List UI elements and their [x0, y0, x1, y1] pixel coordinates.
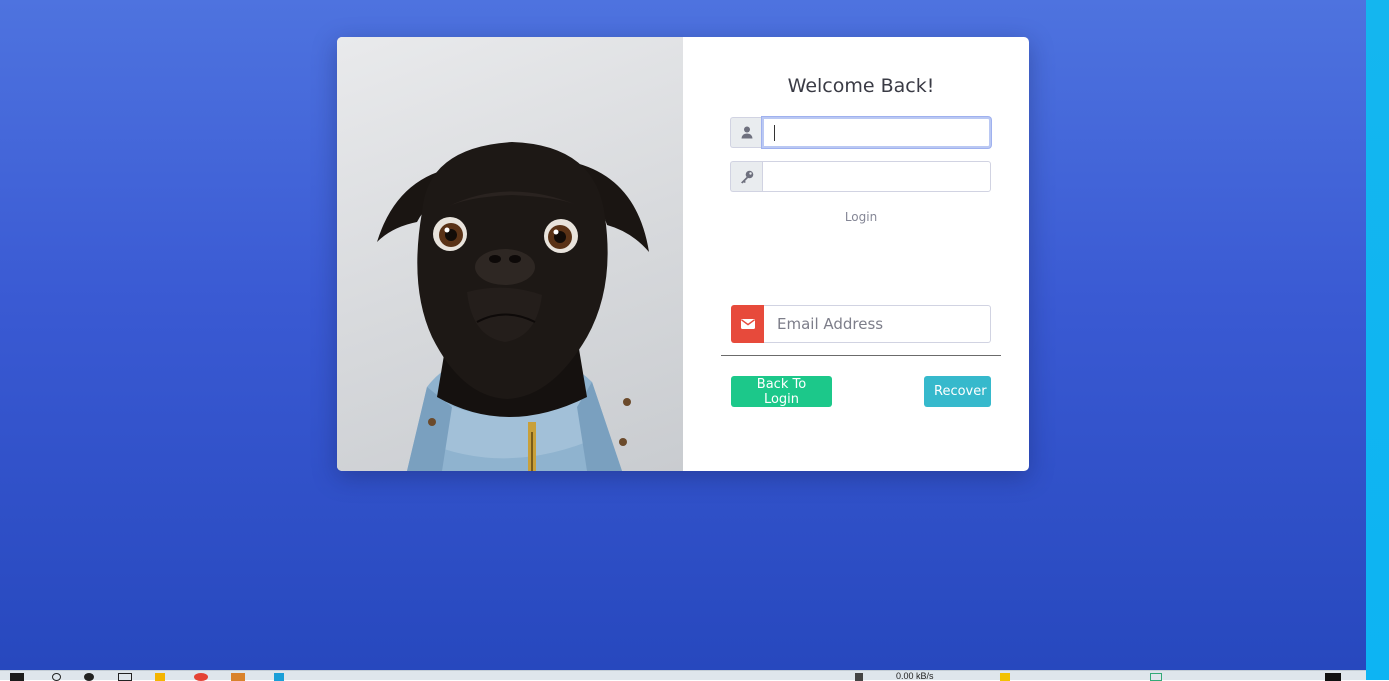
divider [721, 355, 1001, 356]
page-background: Welcome Back! Login Email Address Back T… [0, 0, 1366, 670]
back-to-login-button[interactable]: Back To Login [731, 376, 832, 407]
recover-button[interactable]: Recover [924, 376, 991, 407]
login-form: Welcome Back! Login Email Address Back T… [683, 37, 1029, 471]
username-input[interactable] [762, 117, 991, 148]
username-group [730, 117, 991, 148]
password-input[interactable] [762, 161, 991, 192]
pug-illustration [377, 142, 649, 471]
taskbar: 0.00 kB/s [0, 670, 1366, 681]
envelope-icon [731, 305, 764, 343]
pug-photo [337, 37, 683, 471]
login-card: Welcome Back! Login Email Address Back T… [337, 37, 1029, 471]
login-link[interactable]: Login [683, 210, 1029, 224]
welcome-title: Welcome Back! [787, 75, 935, 97]
right-edge-strip [1366, 0, 1389, 680]
user-icon [730, 117, 762, 148]
key-icon [730, 161, 762, 192]
email-group [731, 305, 991, 343]
text-caret [774, 125, 775, 141]
password-group [730, 161, 991, 192]
email-input[interactable] [764, 305, 991, 343]
